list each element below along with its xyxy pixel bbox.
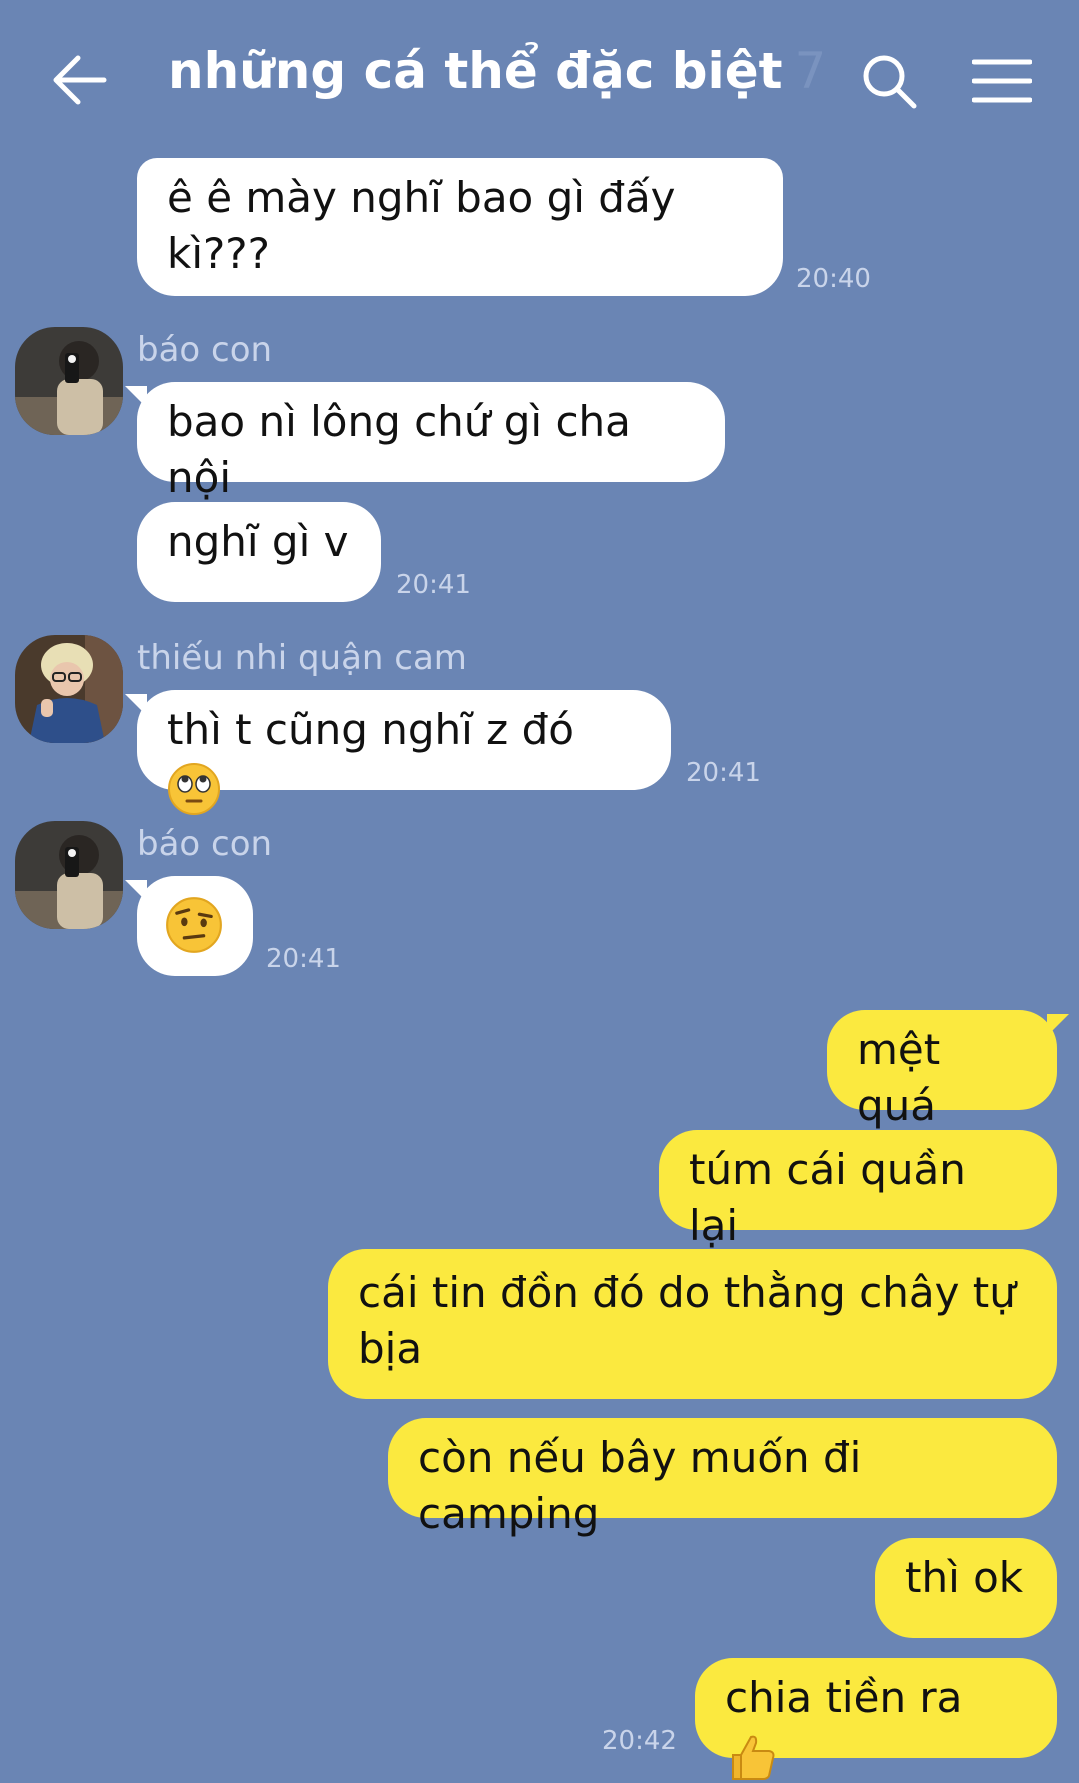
message-bubble[interactable]: nghĩ gì v — [137, 502, 381, 602]
message-bubble[interactable]: bao nì lông chứ gì cha nội — [125, 382, 725, 502]
avatar-photo — [15, 821, 123, 929]
message-text: chia tiền ra — [725, 1673, 963, 1722]
message-bubble[interactable]: thì ok — [875, 1538, 1057, 1638]
raised-eyebrow-emoji — [166, 897, 222, 953]
member-count: 7 — [794, 42, 827, 100]
eye-roll-emoji — [168, 762, 220, 815]
message-time: 20:41 — [266, 944, 341, 974]
message-bubble[interactable]: ê ê mày nghĩ bao gì đấy kì??? — [137, 158, 783, 296]
avatar[interactable] — [15, 821, 123, 929]
message-text: thì ok — [905, 1553, 1024, 1602]
avatar-photo — [15, 635, 123, 743]
thumbs-up-emoji — [732, 1735, 775, 1780]
message-bubble[interactable]: còn nếu bây muốn đi camping — [388, 1418, 1057, 1538]
message-text: túm cái quần lại — [689, 1145, 966, 1250]
message-time: 20:42 — [602, 1726, 677, 1756]
message-text: thì t cũng nghĩ z đó — [167, 705, 574, 754]
message-bubble[interactable] — [125, 876, 253, 976]
message-time: 20:40 — [796, 264, 871, 294]
message-text: bao nì lông chứ gì cha nội — [167, 397, 631, 502]
message-time: 20:41 — [396, 570, 471, 600]
avatar[interactable] — [15, 635, 123, 743]
message-time: 20:41 — [686, 758, 761, 788]
message-text: ê ê mày nghĩ bao gì đấy kì??? — [167, 173, 676, 278]
sender-name: thiếu nhi quận cam — [137, 638, 467, 678]
message-text: nghĩ gì v — [167, 517, 349, 566]
search-icon[interactable] — [860, 52, 918, 110]
message-text: còn nếu bây muốn đi camping — [418, 1433, 862, 1538]
avatar[interactable] — [15, 327, 123, 435]
message-text: cái tin đồn đó do thằng chây tự bịa — [358, 1268, 1016, 1373]
message-bubble[interactable]: thì t cũng nghĩ z đó — [125, 690, 671, 815]
avatar-photo — [15, 327, 123, 435]
sender-name: báo con — [137, 330, 273, 370]
message-text: mệt quá — [857, 1025, 941, 1130]
chat-title: những cá thể đặc biệt 7 — [168, 42, 826, 100]
sender-name: báo con — [137, 824, 273, 864]
chat-title-text: những cá thể đặc biệt — [168, 42, 783, 100]
message-bubble[interactable]: chia tiền ra — [695, 1658, 1057, 1780]
hamburger-menu-icon[interactable] — [972, 56, 1032, 106]
message-bubble[interactable]: cái tin đồn đó do thằng chây tự bịa — [328, 1249, 1057, 1399]
message-bubble[interactable]: túm cái quần lại — [659, 1130, 1057, 1250]
message-bubble[interactable]: mệt quá — [827, 1010, 1069, 1130]
chat-header: những cá thể đặc biệt 7 — [0, 0, 1079, 150]
back-arrow-icon[interactable] — [50, 52, 110, 108]
